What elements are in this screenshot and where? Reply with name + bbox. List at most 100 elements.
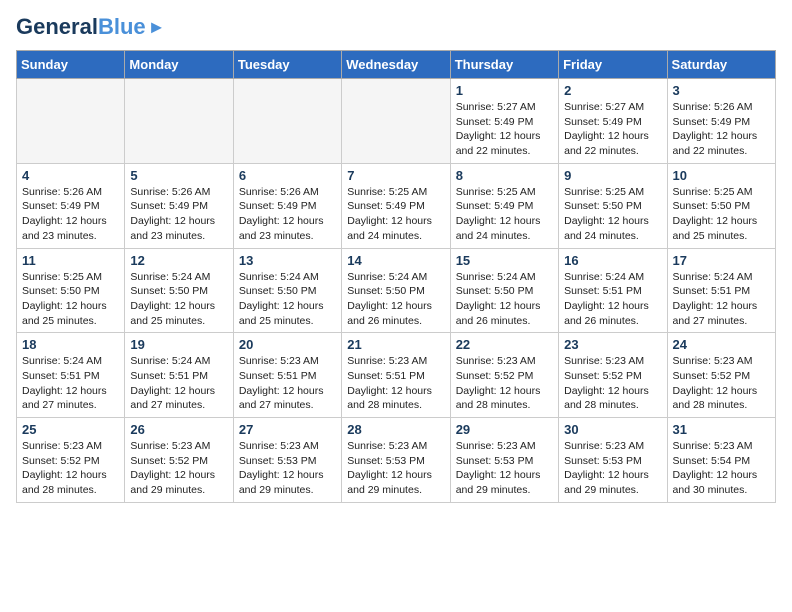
calendar-cell: 21 Sunrise: 5:23 AM Sunset: 5:51 PM Dayli… (342, 333, 450, 418)
day-number: 6 (239, 168, 336, 183)
day-number: 11 (22, 253, 119, 268)
calendar-cell: 7 Sunrise: 5:25 AM Sunset: 5:49 PM Daylig… (342, 163, 450, 248)
day-number: 10 (673, 168, 770, 183)
calendar-cell: 24 Sunrise: 5:23 AM Sunset: 5:52 PM Dayli… (667, 333, 775, 418)
calendar-cell: 20 Sunrise: 5:23 AM Sunset: 5:51 PM Dayli… (233, 333, 341, 418)
col-header-monday: Monday (125, 51, 233, 79)
calendar-cell: 19 Sunrise: 5:24 AM Sunset: 5:51 PM Dayli… (125, 333, 233, 418)
calendar-cell: 14 Sunrise: 5:24 AM Sunset: 5:50 PM Dayli… (342, 248, 450, 333)
day-number: 27 (239, 422, 336, 437)
day-info: Sunrise: 5:24 AM Sunset: 5:50 PM Dayligh… (456, 270, 553, 329)
day-info: Sunrise: 5:26 AM Sunset: 5:49 PM Dayligh… (22, 185, 119, 244)
col-header-wednesday: Wednesday (342, 51, 450, 79)
calendar-cell: 16 Sunrise: 5:24 AM Sunset: 5:51 PM Dayli… (559, 248, 667, 333)
day-number: 29 (456, 422, 553, 437)
day-info: Sunrise: 5:24 AM Sunset: 5:51 PM Dayligh… (564, 270, 661, 329)
day-info: Sunrise: 5:25 AM Sunset: 5:49 PM Dayligh… (347, 185, 444, 244)
day-number: 1 (456, 83, 553, 98)
day-info: Sunrise: 5:27 AM Sunset: 5:49 PM Dayligh… (456, 100, 553, 159)
calendar-cell (342, 79, 450, 164)
day-number: 2 (564, 83, 661, 98)
calendar-cell: 12Sunrise: 5:24 AM Sunset: 5:50 PM Dayli… (125, 248, 233, 333)
calendar-week-row: 25 Sunrise: 5:23 AM Sunset: 5:52 PM Dayli… (17, 418, 776, 503)
day-info: Sunrise: 5:23 AM Sunset: 5:52 PM Dayligh… (456, 354, 553, 413)
col-header-sunday: Sunday (17, 51, 125, 79)
day-info: Sunrise: 5:26 AM Sunset: 5:49 PM Dayligh… (130, 185, 227, 244)
day-info: Sunrise: 5:23 AM Sunset: 5:53 PM Dayligh… (456, 439, 553, 498)
day-number: 20 (239, 337, 336, 352)
calendar-week-row: 4 Sunrise: 5:26 AM Sunset: 5:49 PM Daylig… (17, 163, 776, 248)
day-info: Sunrise: 5:23 AM Sunset: 5:53 PM Dayligh… (239, 439, 336, 498)
day-number: 13 (239, 253, 336, 268)
calendar-cell: 26 Sunrise: 5:23 AM Sunset: 5:52 PM Dayli… (125, 418, 233, 503)
day-info: Sunrise: 5:24 AM Sunset: 5:50 PM Dayligh… (239, 270, 336, 329)
day-info: Sunrise: 5:25 AM Sunset: 5:50 PM Dayligh… (22, 270, 119, 329)
calendar-cell: 8 Sunrise: 5:25 AM Sunset: 5:49 PM Daylig… (450, 163, 558, 248)
day-number: 23 (564, 337, 661, 352)
day-info: Sunrise: 5:26 AM Sunset: 5:49 PM Dayligh… (239, 185, 336, 244)
day-number: 4 (22, 168, 119, 183)
calendar-cell: 25 Sunrise: 5:23 AM Sunset: 5:52 PM Dayli… (17, 418, 125, 503)
logo-bird-icon: ► (148, 17, 166, 38)
day-info: Sunrise: 5:23 AM Sunset: 5:51 PM Dayligh… (239, 354, 336, 413)
calendar-cell: 30 Sunrise: 5:23 AM Sunset: 5:53 PM Dayli… (559, 418, 667, 503)
day-number: 31 (673, 422, 770, 437)
calendar-cell: 3Sunrise: 5:26 AM Sunset: 5:49 PM Daylig… (667, 79, 775, 164)
col-header-tuesday: Tuesday (233, 51, 341, 79)
day-number: 30 (564, 422, 661, 437)
logo-general: GeneralBlue (16, 16, 146, 38)
calendar-cell: 4 Sunrise: 5:26 AM Sunset: 5:49 PM Daylig… (17, 163, 125, 248)
calendar-cell: 9Sunrise: 5:25 AM Sunset: 5:50 PM Daylig… (559, 163, 667, 248)
calendar-cell (17, 79, 125, 164)
day-number: 9 (564, 168, 661, 183)
day-number: 28 (347, 422, 444, 437)
day-number: 14 (347, 253, 444, 268)
calendar-cell: 29 Sunrise: 5:23 AM Sunset: 5:53 PM Dayli… (450, 418, 558, 503)
day-number: 15 (456, 253, 553, 268)
day-number: 25 (22, 422, 119, 437)
day-info: Sunrise: 5:24 AM Sunset: 5:51 PM Dayligh… (673, 270, 770, 329)
calendar-cell: 15 Sunrise: 5:24 AM Sunset: 5:50 PM Dayli… (450, 248, 558, 333)
day-info: Sunrise: 5:25 AM Sunset: 5:50 PM Dayligh… (673, 185, 770, 244)
calendar-cell (125, 79, 233, 164)
day-info: Sunrise: 5:23 AM Sunset: 5:51 PM Dayligh… (347, 354, 444, 413)
day-number: 21 (347, 337, 444, 352)
day-number: 24 (673, 337, 770, 352)
day-info: Sunrise: 5:24 AM Sunset: 5:51 PM Dayligh… (130, 354, 227, 413)
day-info: Sunrise: 5:23 AM Sunset: 5:52 PM Dayligh… (673, 354, 770, 413)
calendar-cell: 17 Sunrise: 5:24 AM Sunset: 5:51 PM Dayli… (667, 248, 775, 333)
day-number: 26 (130, 422, 227, 437)
day-info: Sunrise: 5:23 AM Sunset: 5:52 PM Dayligh… (22, 439, 119, 498)
calendar-cell: 13 Sunrise: 5:24 AM Sunset: 5:50 PM Dayli… (233, 248, 341, 333)
day-number: 12 (130, 253, 227, 268)
day-number: 8 (456, 168, 553, 183)
day-info: Sunrise: 5:23 AM Sunset: 5:52 PM Dayligh… (130, 439, 227, 498)
calendar-cell: 18Sunrise: 5:24 AM Sunset: 5:51 PM Dayli… (17, 333, 125, 418)
day-info: Sunrise: 5:23 AM Sunset: 5:52 PM Dayligh… (564, 354, 661, 413)
calendar-cell: 27 Sunrise: 5:23 AM Sunset: 5:53 PM Dayli… (233, 418, 341, 503)
day-info: Sunrise: 5:24 AM Sunset: 5:51 PM Dayligh… (22, 354, 119, 413)
day-number: 17 (673, 253, 770, 268)
day-info: Sunrise: 5:25 AM Sunset: 5:49 PM Dayligh… (456, 185, 553, 244)
day-number: 7 (347, 168, 444, 183)
calendar-cell: 28Sunrise: 5:23 AM Sunset: 5:53 PM Dayli… (342, 418, 450, 503)
calendar-week-row: 11 Sunrise: 5:25 AM Sunset: 5:50 PM Dayli… (17, 248, 776, 333)
calendar-table: SundayMondayTuesdayWednesdayThursdayFrid… (16, 50, 776, 503)
day-number: 19 (130, 337, 227, 352)
col-header-thursday: Thursday (450, 51, 558, 79)
calendar-cell: 1 Sunrise: 5:27 AM Sunset: 5:49 PM Daylig… (450, 79, 558, 164)
col-header-friday: Friday (559, 51, 667, 79)
day-info: Sunrise: 5:24 AM Sunset: 5:50 PM Dayligh… (347, 270, 444, 329)
day-number: 16 (564, 253, 661, 268)
calendar-header-row: SundayMondayTuesdayWednesdayThursdayFrid… (17, 51, 776, 79)
page-header: GeneralBlue ► (16, 16, 776, 38)
day-info: Sunrise: 5:27 AM Sunset: 5:49 PM Dayligh… (564, 100, 661, 159)
calendar-week-row: 18Sunrise: 5:24 AM Sunset: 5:51 PM Dayli… (17, 333, 776, 418)
day-info: Sunrise: 5:23 AM Sunset: 5:53 PM Dayligh… (564, 439, 661, 498)
calendar-week-row: 1 Sunrise: 5:27 AM Sunset: 5:49 PM Daylig… (17, 79, 776, 164)
calendar-cell: 11 Sunrise: 5:25 AM Sunset: 5:50 PM Dayli… (17, 248, 125, 333)
calendar-cell: 6 Sunrise: 5:26 AM Sunset: 5:49 PM Daylig… (233, 163, 341, 248)
day-number: 5 (130, 168, 227, 183)
calendar-cell: 22Sunrise: 5:23 AM Sunset: 5:52 PM Dayli… (450, 333, 558, 418)
day-info: Sunrise: 5:26 AM Sunset: 5:49 PM Dayligh… (673, 100, 770, 159)
